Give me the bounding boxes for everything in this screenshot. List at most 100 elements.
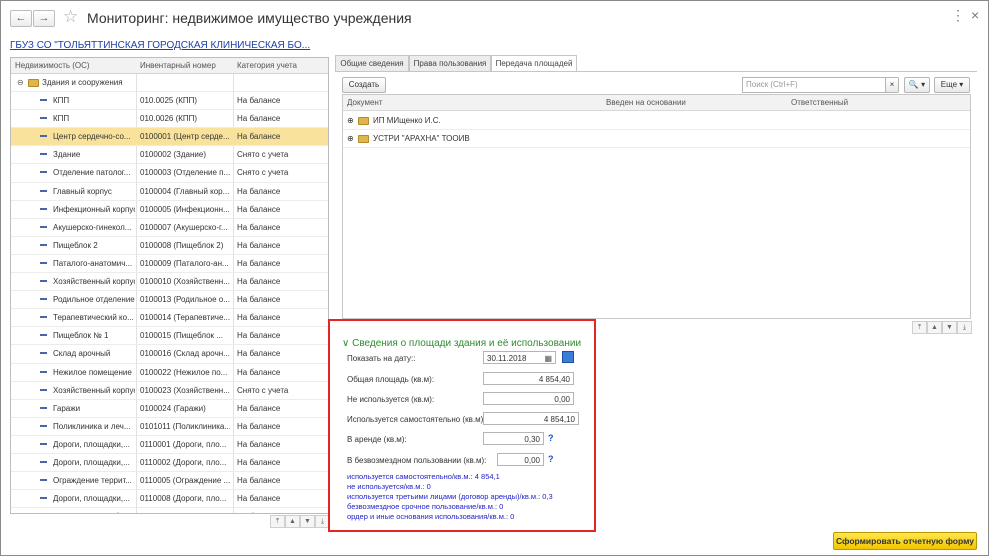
table-row[interactable]: Гаражи 0100024 (Гаражи) На балансе: [11, 400, 328, 418]
scroll-top-button[interactable]: ⤒: [912, 321, 927, 334]
document-row[interactable]: ⊕ ИП МИщенко И.С.: [343, 112, 970, 130]
item-marker-icon: [40, 298, 47, 301]
back-button[interactable]: ←: [10, 10, 32, 27]
property-table-body: ⊖ Здания и сооружения КПП 010.0025 (КПП) Н…: [11, 74, 328, 513]
total-area-field[interactable]: 4 854,40: [483, 372, 574, 385]
item-marker-icon: [40, 316, 47, 319]
header-inventory-number[interactable]: Инвентарный номер: [140, 61, 216, 70]
table-row[interactable]: Паталого-анатомич... 0100009 (Паталого-ан…: [11, 255, 328, 274]
property-name: Главный корпус: [53, 186, 112, 196]
total-area-label: Общая площадь (кв.м):: [347, 375, 435, 384]
search-input[interactable]: Поиск (Ctrl+F): [742, 77, 888, 93]
more-button[interactable]: Еще ▾: [934, 77, 970, 93]
table-row[interactable]: Главный корпус 0100004 (Главный кор... На …: [11, 183, 328, 201]
table-row[interactable]: КПП 010.0025 (КПП) На балансе: [11, 92, 328, 111]
item-marker-icon: [40, 99, 47, 102]
property-name: Склад арочный: [53, 349, 111, 359]
tab-usage-rights[interactable]: Права пользования: [409, 55, 491, 71]
scroll-up-button[interactable]: ▲: [927, 321, 942, 334]
table-row[interactable]: Дороги, площадки,... 0110008 (Дороги, пло…: [11, 490, 328, 509]
date-field[interactable]: 30.11.2018 ▦: [483, 351, 556, 364]
favorite-star-icon[interactable]: ☆: [63, 7, 78, 27]
header-accounting-category[interactable]: Категория учета: [237, 61, 297, 70]
inventory-number: 010.0026 (КПП): [140, 114, 198, 124]
forward-button[interactable]: →: [33, 10, 55, 27]
help-icon[interactable]: ?: [548, 454, 554, 464]
generate-report-button[interactable]: Сформировать отчетную форму: [833, 532, 977, 550]
group-row-buildings[interactable]: ⊖ Здания и сооружения: [11, 74, 328, 93]
chevron-down-icon[interactable]: ∨: [342, 338, 349, 349]
table-row[interactable]: Терапевтический ко... 0100014 (Терапевтич…: [11, 309, 328, 328]
unused-area-field[interactable]: 0,00: [483, 392, 574, 405]
organization-link[interactable]: ГБУЗ СО "ТОЛЬЯТТИНСКАЯ ГОРОДСКАЯ КЛИНИЧЕ…: [10, 40, 310, 51]
table-row[interactable]: Нежилое помещение 0100022 (Нежилое по... Н…: [11, 364, 328, 382]
tab-general-info[interactable]: Общие сведения: [335, 55, 409, 71]
property-table-header: Недвижимость (ОС) Инвентарный номер Кате…: [11, 58, 328, 74]
self-used-area-field[interactable]: 4 854,10: [483, 412, 579, 425]
help-icon[interactable]: ?: [548, 433, 554, 443]
free-use-area-label: В безвозмездном пользовании (кв.м):: [347, 456, 487, 465]
table-row[interactable]: Хозяйственный корпус 0100023 (Хозяйственн…: [11, 382, 328, 400]
document-row[interactable]: ⊕ УСТРИ "АРАХНА" ТООИВ: [343, 130, 970, 148]
table-row[interactable]: Инфекционный корпус 0100005 (Инфекционн..…: [11, 201, 328, 219]
item-marker-icon: [40, 261, 47, 264]
header-document[interactable]: Документ: [347, 98, 383, 107]
summary-other: ордер и иные основания использования/кв.…: [347, 512, 515, 521]
table-row[interactable]: Акушерско-гинекол... 0100007 (Акушерско-г…: [11, 219, 328, 237]
table-row[interactable]: Хозяйственный корпус 0100010 (Хозяйственн…: [11, 273, 328, 292]
refresh-icon[interactable]: [562, 351, 574, 363]
inventory-number: 0100013 (Родильное о...: [140, 295, 230, 305]
table-row[interactable]: Пищеблок № 1 0100015 (Пищеблок ... На бала…: [11, 327, 328, 346]
table-row[interactable]: КПП 010.0026 (КПП) На балансе: [11, 110, 328, 129]
item-marker-icon: [40, 497, 47, 500]
area-info-section-header[interactable]: ∨ Сведения о площади здания и её использ…: [342, 338, 581, 349]
page-title: Мониторинг: недвижимое имущество учрежде…: [87, 10, 412, 26]
table-row[interactable]: Теплосеть стар. бол... 0120008 (Теплосеть…: [11, 508, 328, 513]
table-row[interactable]: Пищеблок 2 0100008 (Пищеблок 2) На балансе: [11, 237, 328, 255]
property-name: Пищеблок № 1: [53, 331, 109, 341]
table-row[interactable]: Ограждение террит... 0110005 (Ограждение …: [11, 472, 328, 491]
calendar-icon[interactable]: ▦: [544, 352, 552, 365]
inventory-number: 0100008 (Пищеблок 2): [140, 240, 224, 250]
scroll-bottom-button[interactable]: ⤓: [957, 321, 972, 334]
create-button[interactable]: Создать: [342, 77, 386, 93]
free-use-area-field[interactable]: 0,00: [497, 453, 544, 466]
header-property[interactable]: Недвижимость (ОС): [15, 61, 90, 70]
close-icon[interactable]: ×: [971, 7, 979, 23]
item-marker-icon: [40, 388, 47, 391]
rent-area-label: В аренде (кв.м):: [347, 435, 407, 444]
header-based-on[interactable]: Введен на основании: [606, 98, 686, 107]
self-used-area-label: Используется самостоятельно (кв.м):: [347, 415, 486, 424]
search-icon[interactable]: 🔍 ▾: [904, 77, 930, 93]
folder-icon: [358, 135, 369, 143]
clear-search-icon[interactable]: ×: [885, 77, 899, 93]
expand-icon[interactable]: ⊕: [347, 116, 354, 125]
table-row[interactable]: Здание 0100002 (Здание) Снято с учета: [11, 146, 328, 165]
property-name: Дороги, площадки,...: [53, 439, 130, 449]
table-row[interactable]: Родильное отделение 0100013 (Родильное о.…: [11, 291, 328, 310]
window: ← → ☆ Мониторинг: недвижимое имущество у…: [0, 0, 989, 556]
table-row[interactable]: Дороги, площадки,... 0110001 (Дороги, пло…: [11, 436, 328, 454]
scroll-down-button[interactable]: ▼: [300, 515, 315, 528]
table-row[interactable]: Поликлиника и леч... 0101011 (Поликлиника…: [11, 418, 328, 436]
scroll-down-button[interactable]: ▼: [942, 321, 957, 334]
table-row[interactable]: Дороги, площадки,... 0110002 (Дороги, пло…: [11, 454, 328, 473]
item-marker-icon: [40, 171, 47, 174]
table-row[interactable]: Центр сердечно-со... 0100001 (Центр серде…: [11, 128, 328, 147]
table-row[interactable]: Склад арочный 0100016 (Склад арочн... На б…: [11, 345, 328, 364]
scroll-up-button[interactable]: ▲: [285, 515, 300, 528]
rent-area-field[interactable]: 0,30: [483, 432, 544, 445]
expand-icon[interactable]: ⊕: [347, 134, 354, 143]
header-responsible[interactable]: Ответственный: [791, 98, 848, 107]
tab-area-transfer[interactable]: Передача площадей: [491, 55, 577, 72]
item-marker-icon: [40, 352, 47, 355]
menu-icon[interactable]: ⋮: [951, 7, 965, 24]
folder-icon: [28, 79, 39, 87]
table-row[interactable]: Отделение патолог... 0100003 (Отделение п…: [11, 164, 328, 183]
collapse-icon[interactable]: ⊖: [17, 78, 24, 87]
item-marker-icon: [40, 225, 47, 228]
scroll-top-button[interactable]: ⤒: [270, 515, 285, 528]
group-label: Здания и сооружения: [42, 78, 123, 87]
property-name: Пищеблок 2: [53, 240, 98, 250]
inventory-number: 0100023 (Хозяйственн...: [140, 385, 230, 395]
